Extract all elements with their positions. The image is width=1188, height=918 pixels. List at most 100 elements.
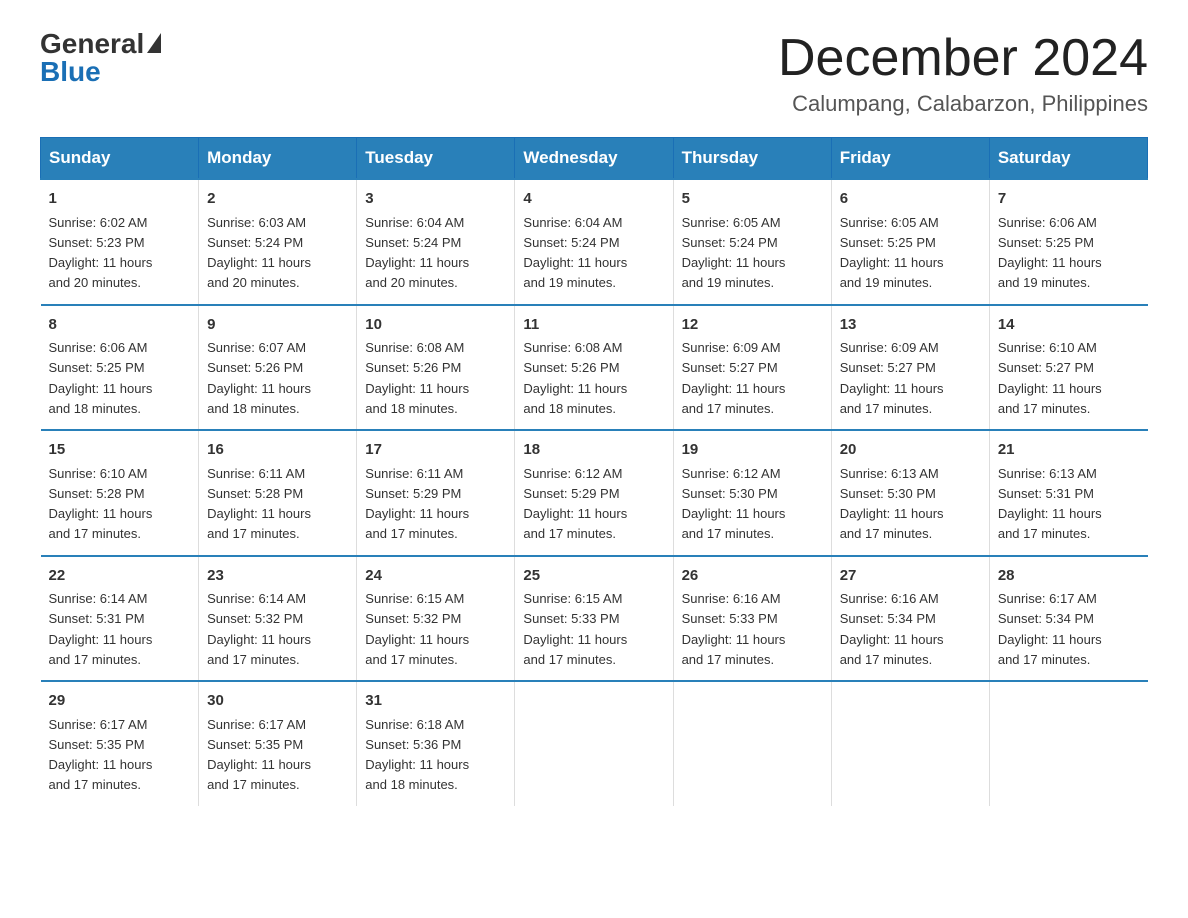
day-cell: 27Sunrise: 6:16 AMSunset: 5:34 PMDayligh… (831, 556, 989, 682)
page-title: December 2024 (778, 30, 1148, 87)
day-info: Sunrise: 6:08 AMSunset: 5:26 PMDaylight:… (365, 340, 469, 416)
day-cell: 6 Sunrise: 6:05 AMSunset: 5:25 PMDaylight… (831, 179, 989, 305)
page-subtitle: Calumpang, Calabarzon, Philippines (778, 91, 1148, 117)
day-number: 12 (682, 314, 823, 337)
day-number: 4 (523, 188, 664, 211)
day-number: 10 (365, 314, 506, 337)
logo-general-text: General (40, 30, 144, 58)
day-cell: 31 Sunrise: 6:18 AMSunset: 5:36 PMDayligh… (357, 681, 515, 806)
day-cell: 10 Sunrise: 6:08 AMSunset: 5:26 PMDayligh… (357, 305, 515, 431)
day-cell (515, 681, 673, 806)
day-number: 23 (207, 565, 348, 588)
header-friday: Friday (831, 138, 989, 180)
week-row-1: 1 Sunrise: 6:02 AMSunset: 5:23 PMDaylight… (41, 179, 1148, 305)
day-cell: 14Sunrise: 6:10 AMSunset: 5:27 PMDayligh… (989, 305, 1147, 431)
calendar-table: SundayMondayTuesdayWednesdayThursdayFrid… (40, 137, 1148, 806)
day-number: 28 (998, 565, 1140, 588)
day-info: Sunrise: 6:10 AMSunset: 5:27 PMDaylight:… (998, 340, 1102, 416)
header-tuesday: Tuesday (357, 138, 515, 180)
day-info: Sunrise: 6:16 AMSunset: 5:34 PMDaylight:… (840, 591, 944, 667)
day-info: Sunrise: 6:12 AMSunset: 5:30 PMDaylight:… (682, 466, 786, 542)
day-number: 24 (365, 565, 506, 588)
day-info: Sunrise: 6:15 AMSunset: 5:33 PMDaylight:… (523, 591, 627, 667)
day-info: Sunrise: 6:04 AMSunset: 5:24 PMDaylight:… (523, 215, 627, 291)
day-number: 15 (49, 439, 191, 462)
day-number: 3 (365, 188, 506, 211)
day-cell (673, 681, 831, 806)
day-cell: 16 Sunrise: 6:11 AMSunset: 5:28 PMDayligh… (199, 430, 357, 556)
header-sunday: Sunday (41, 138, 199, 180)
day-number: 26 (682, 565, 823, 588)
day-info: Sunrise: 6:17 AMSunset: 5:35 PMDaylight:… (49, 717, 153, 793)
week-row-4: 22Sunrise: 6:14 AMSunset: 5:31 PMDayligh… (41, 556, 1148, 682)
day-number: 8 (49, 314, 191, 337)
day-cell: 7 Sunrise: 6:06 AMSunset: 5:25 PMDaylight… (989, 179, 1147, 305)
day-number: 2 (207, 188, 348, 211)
day-cell: 28Sunrise: 6:17 AMSunset: 5:34 PMDayligh… (989, 556, 1147, 682)
day-info: Sunrise: 6:15 AMSunset: 5:32 PMDaylight:… (365, 591, 469, 667)
day-number: 20 (840, 439, 981, 462)
day-info: Sunrise: 6:13 AMSunset: 5:30 PMDaylight:… (840, 466, 944, 542)
day-cell: 9 Sunrise: 6:07 AMSunset: 5:26 PMDaylight… (199, 305, 357, 431)
day-number: 21 (998, 439, 1140, 462)
calendar-header-row: SundayMondayTuesdayWednesdayThursdayFrid… (41, 138, 1148, 180)
day-info: Sunrise: 6:07 AMSunset: 5:26 PMDaylight:… (207, 340, 311, 416)
day-cell: 11Sunrise: 6:08 AMSunset: 5:26 PMDayligh… (515, 305, 673, 431)
logo: General Blue (40, 30, 161, 86)
day-cell: 2 Sunrise: 6:03 AMSunset: 5:24 PMDaylight… (199, 179, 357, 305)
day-cell: 24 Sunrise: 6:15 AMSunset: 5:32 PMDayligh… (357, 556, 515, 682)
day-number: 5 (682, 188, 823, 211)
week-row-3: 15Sunrise: 6:10 AMSunset: 5:28 PMDayligh… (41, 430, 1148, 556)
day-cell: 20 Sunrise: 6:13 AMSunset: 5:30 PMDayligh… (831, 430, 989, 556)
day-info: Sunrise: 6:16 AMSunset: 5:33 PMDaylight:… (682, 591, 786, 667)
day-info: Sunrise: 6:18 AMSunset: 5:36 PMDaylight:… (365, 717, 469, 793)
day-info: Sunrise: 6:11 AMSunset: 5:29 PMDaylight:… (365, 466, 469, 542)
day-cell: 22Sunrise: 6:14 AMSunset: 5:31 PMDayligh… (41, 556, 199, 682)
week-row-2: 8 Sunrise: 6:06 AMSunset: 5:25 PMDaylight… (41, 305, 1148, 431)
day-cell: 15Sunrise: 6:10 AMSunset: 5:28 PMDayligh… (41, 430, 199, 556)
day-info: Sunrise: 6:06 AMSunset: 5:25 PMDaylight:… (49, 340, 153, 416)
day-cell: 1 Sunrise: 6:02 AMSunset: 5:23 PMDaylight… (41, 179, 199, 305)
day-info: Sunrise: 6:13 AMSunset: 5:31 PMDaylight:… (998, 466, 1102, 542)
day-number: 6 (840, 188, 981, 211)
day-number: 16 (207, 439, 348, 462)
title-section: December 2024 Calumpang, Calabarzon, Phi… (778, 30, 1148, 117)
day-info: Sunrise: 6:04 AMSunset: 5:24 PMDaylight:… (365, 215, 469, 291)
day-number: 19 (682, 439, 823, 462)
day-cell: 26 Sunrise: 6:16 AMSunset: 5:33 PMDayligh… (673, 556, 831, 682)
week-row-5: 29 Sunrise: 6:17 AMSunset: 5:35 PMDayligh… (41, 681, 1148, 806)
day-number: 9 (207, 314, 348, 337)
day-number: 29 (49, 690, 191, 713)
header-wednesday: Wednesday (515, 138, 673, 180)
day-cell: 23Sunrise: 6:14 AMSunset: 5:32 PMDayligh… (199, 556, 357, 682)
day-info: Sunrise: 6:17 AMSunset: 5:35 PMDaylight:… (207, 717, 311, 793)
logo-blue-text: Blue (40, 58, 101, 86)
day-info: Sunrise: 6:03 AMSunset: 5:24 PMDaylight:… (207, 215, 311, 291)
day-cell: 12Sunrise: 6:09 AMSunset: 5:27 PMDayligh… (673, 305, 831, 431)
day-cell (989, 681, 1147, 806)
day-info: Sunrise: 6:08 AMSunset: 5:26 PMDaylight:… (523, 340, 627, 416)
day-cell: 30 Sunrise: 6:17 AMSunset: 5:35 PMDayligh… (199, 681, 357, 806)
day-cell: 17Sunrise: 6:11 AMSunset: 5:29 PMDayligh… (357, 430, 515, 556)
day-number: 7 (998, 188, 1140, 211)
day-cell: 8 Sunrise: 6:06 AMSunset: 5:25 PMDaylight… (41, 305, 199, 431)
page-header: General Blue December 2024 Calumpang, Ca… (40, 30, 1148, 117)
header-saturday: Saturday (989, 138, 1147, 180)
day-number: 13 (840, 314, 981, 337)
day-number: 30 (207, 690, 348, 713)
day-info: Sunrise: 6:06 AMSunset: 5:25 PMDaylight:… (998, 215, 1102, 291)
day-cell: 18Sunrise: 6:12 AMSunset: 5:29 PMDayligh… (515, 430, 673, 556)
day-number: 22 (49, 565, 191, 588)
day-cell: 5 Sunrise: 6:05 AMSunset: 5:24 PMDaylight… (673, 179, 831, 305)
day-info: Sunrise: 6:02 AMSunset: 5:23 PMDaylight:… (49, 215, 153, 291)
day-number: 1 (49, 188, 191, 211)
day-number: 25 (523, 565, 664, 588)
day-info: Sunrise: 6:12 AMSunset: 5:29 PMDaylight:… (523, 466, 627, 542)
day-cell: 19 Sunrise: 6:12 AMSunset: 5:30 PMDayligh… (673, 430, 831, 556)
day-info: Sunrise: 6:05 AMSunset: 5:24 PMDaylight:… (682, 215, 786, 291)
day-info: Sunrise: 6:09 AMSunset: 5:27 PMDaylight:… (840, 340, 944, 416)
day-cell: 25 Sunrise: 6:15 AMSunset: 5:33 PMDayligh… (515, 556, 673, 682)
day-info: Sunrise: 6:11 AMSunset: 5:28 PMDaylight:… (207, 466, 311, 542)
day-number: 31 (365, 690, 506, 713)
day-info: Sunrise: 6:05 AMSunset: 5:25 PMDaylight:… (840, 215, 944, 291)
